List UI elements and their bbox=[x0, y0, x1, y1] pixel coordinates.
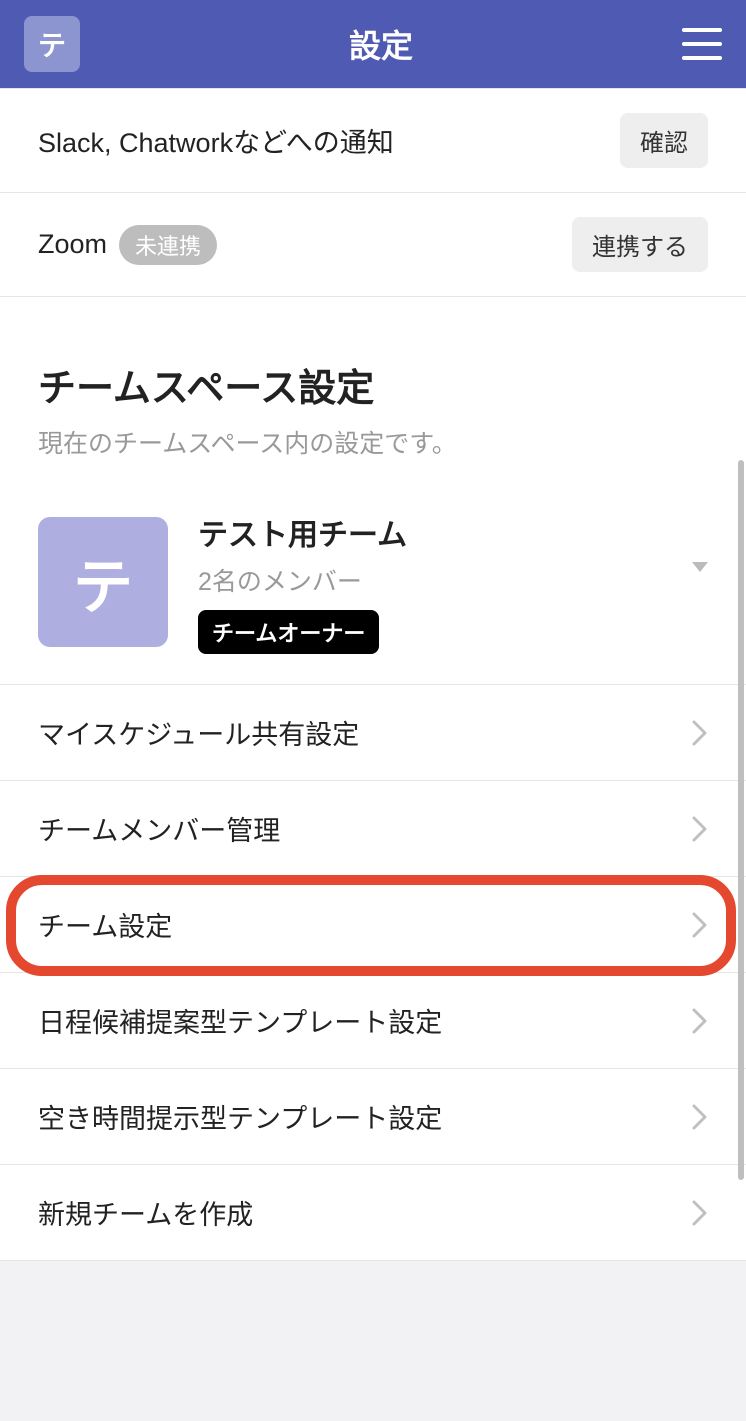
chevron-right-icon bbox=[692, 1008, 708, 1034]
chevron-down-icon bbox=[692, 562, 708, 572]
menu-icon[interactable] bbox=[682, 28, 722, 60]
header-avatar[interactable]: テ bbox=[24, 16, 80, 72]
integration-row-zoom[interactable]: Zoom 未連携 連携する bbox=[0, 193, 746, 297]
section-title: チームスペース設定 bbox=[38, 357, 708, 412]
team-role-badge: チームオーナー bbox=[198, 610, 379, 654]
integration-label: Slack, Chatworkなどへの通知 bbox=[38, 121, 394, 160]
nav-item-label: チームメンバー管理 bbox=[38, 809, 280, 848]
chevron-right-icon bbox=[692, 1104, 708, 1130]
section-subtitle: 現在のチームスペース内の設定です。 bbox=[38, 424, 708, 460]
nav-item-availability-template[interactable]: 空き時間提示型テンプレート設定 bbox=[0, 1069, 746, 1165]
team-info: テスト用チーム 2名のメンバー チームオーナー bbox=[198, 510, 708, 654]
nav-item-label: 新規チームを作成 bbox=[38, 1193, 253, 1232]
chevron-right-icon bbox=[692, 816, 708, 842]
team-members: 2名のメンバー bbox=[198, 562, 708, 598]
nav-item-proposal-template[interactable]: 日程候補提案型テンプレート設定 bbox=[0, 973, 746, 1069]
nav-item-create-team[interactable]: 新規チームを作成 bbox=[0, 1165, 746, 1261]
chevron-right-icon bbox=[692, 912, 708, 938]
page-title: 設定 bbox=[349, 21, 413, 67]
app-header: テ 設定 bbox=[0, 0, 746, 88]
integration-label: Zoom bbox=[38, 229, 107, 260]
connect-button[interactable]: 連携する bbox=[572, 217, 708, 272]
nav-item-label: チーム設定 bbox=[38, 905, 172, 944]
nav-item-team-members[interactable]: チームメンバー管理 bbox=[0, 781, 746, 877]
nav-item-my-schedule-share[interactable]: マイスケジュール共有設定 bbox=[0, 685, 746, 781]
team-selector[interactable]: テ テスト用チーム 2名のメンバー チームオーナー bbox=[0, 490, 746, 685]
chevron-right-icon bbox=[692, 1200, 708, 1226]
chevron-right-icon bbox=[692, 720, 708, 746]
team-name: テスト用チーム bbox=[198, 510, 708, 554]
content: Slack, Chatworkなどへの通知 確認 Zoom 未連携 連携する チ… bbox=[0, 88, 746, 1421]
nav-item-label: マイスケジュール共有設定 bbox=[38, 713, 359, 752]
nav-item-team-settings[interactable]: チーム設定 bbox=[0, 877, 746, 973]
section-header: チームスペース設定 現在のチームスペース内の設定です。 bbox=[0, 297, 746, 480]
status-badge: 未連携 bbox=[119, 225, 217, 265]
scrollbar[interactable] bbox=[738, 460, 744, 1180]
bottom-spacer bbox=[0, 1261, 746, 1421]
team-avatar: テ bbox=[38, 517, 168, 647]
integration-row-slack[interactable]: Slack, Chatworkなどへの通知 確認 bbox=[0, 89, 746, 193]
team-nav-list: マイスケジュール共有設定 チームメンバー管理 チーム設定 日程候補提案型テンプレ… bbox=[0, 685, 746, 1261]
integrations-list: Slack, Chatworkなどへの通知 確認 Zoom 未連携 連携する bbox=[0, 88, 746, 297]
nav-item-label: 空き時間提示型テンプレート設定 bbox=[38, 1097, 442, 1136]
confirm-button[interactable]: 確認 bbox=[620, 113, 708, 168]
nav-item-label: 日程候補提案型テンプレート設定 bbox=[38, 1001, 442, 1040]
